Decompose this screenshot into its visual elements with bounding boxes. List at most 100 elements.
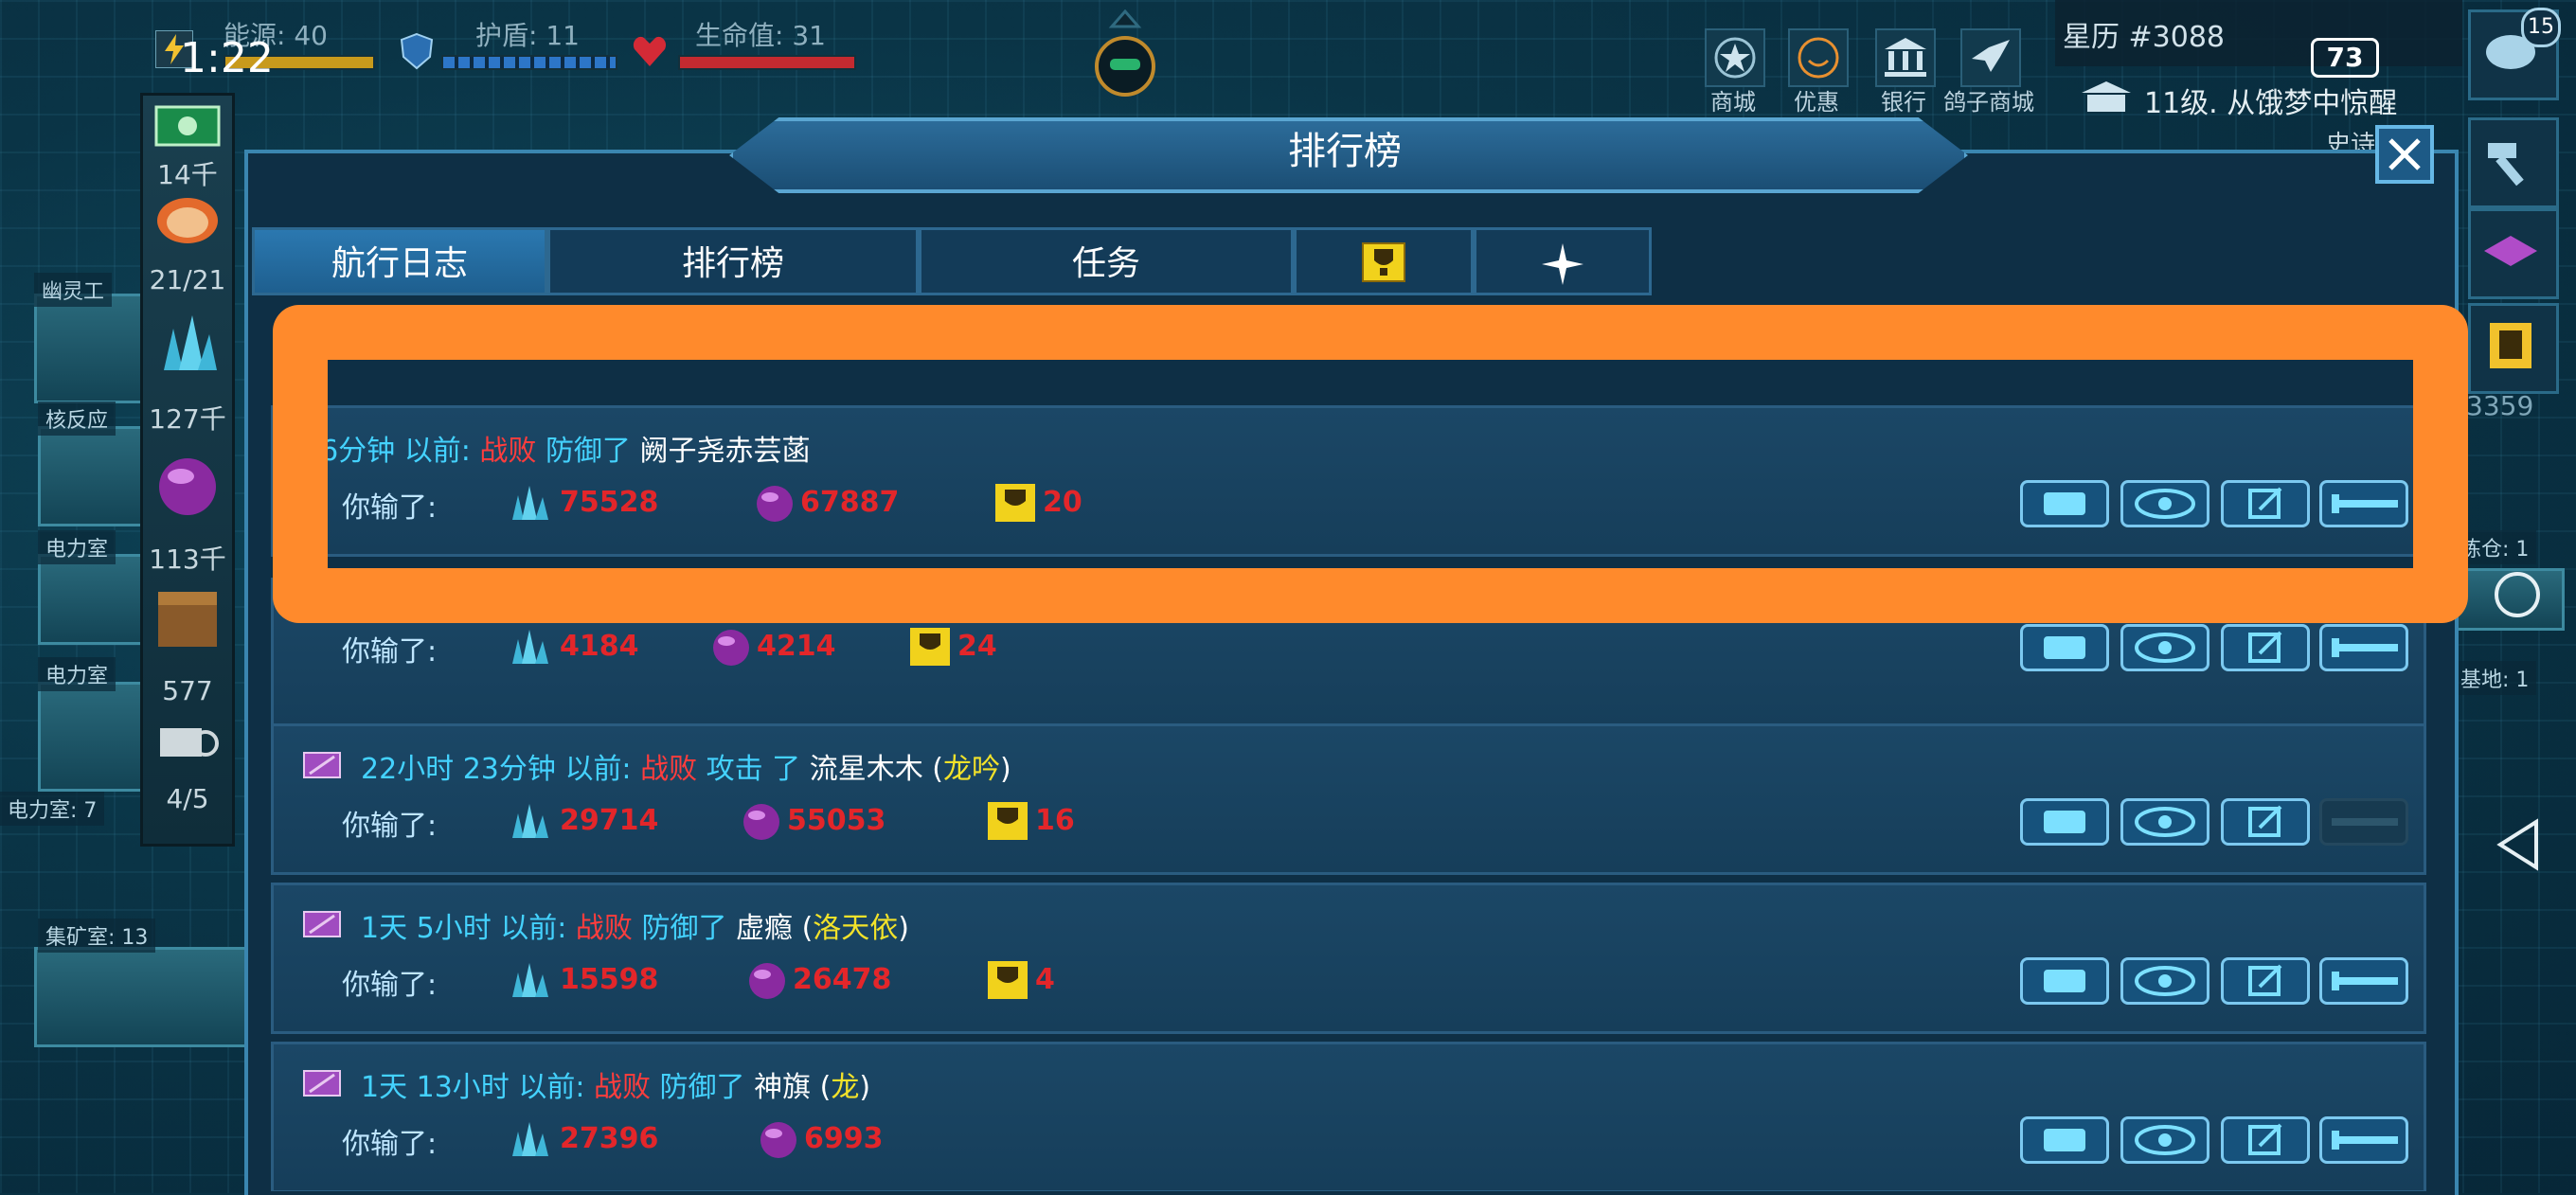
entry-guild: 洛天依 <box>813 912 899 945</box>
video-icon <box>2044 1129 2085 1151</box>
entry-guild: 龙 <box>831 1071 860 1104</box>
sword-icon <box>2332 638 2398 657</box>
replay-button[interactable] <box>2020 1116 2109 1164</box>
trophy-icon <box>986 959 1029 1005</box>
eye-icon <box>2135 1125 2195 1155</box>
ship-button[interactable] <box>2468 208 2559 299</box>
trophy-icon <box>908 626 952 671</box>
room-label-ghost: 幽灵工 <box>34 273 113 307</box>
sword-icon <box>2332 1131 2398 1150</box>
build-button[interactable] <box>2468 117 2559 208</box>
revenge-button[interactable] <box>2319 624 2408 671</box>
share-icon <box>2248 805 2282 837</box>
tab-ranking[interactable]: 排行榜 <box>547 227 919 295</box>
revenge-button-disabled <box>2319 798 2408 846</box>
crystal-icon <box>509 626 550 671</box>
list-item: 22小时 23分钟 以前: 战败 攻击 了 流星木木 (龙吟) 你输了: 297… <box>271 723 2426 875</box>
trophy-icon <box>986 800 1029 846</box>
entry-before: 以前: <box>518 1071 585 1104</box>
player-level: 11级. 从饿梦中惊醒 <box>2144 87 2398 120</box>
orb-lost: 6993 <box>804 1122 884 1155</box>
pigeon-icon <box>1960 28 2021 87</box>
entry-before: 以前: <box>564 753 632 786</box>
view-button[interactable] <box>2120 1116 2209 1164</box>
orb-lost: 4214 <box>757 630 836 663</box>
close-button[interactable] <box>2375 125 2434 184</box>
room-power-1 <box>38 554 144 645</box>
eye-icon <box>2135 966 2195 996</box>
right-count: 3359 <box>2466 390 2534 421</box>
room-label-reactor: 核反应 <box>38 401 116 436</box>
crystal-lost: 4184 <box>560 630 639 663</box>
battery-indicator: 73 <box>2311 38 2379 78</box>
entry-result: 战败 <box>594 1071 651 1104</box>
home-circle-icon[interactable] <box>2491 568 2544 621</box>
trophy-lost: 16 <box>1035 804 1075 837</box>
tab-log[interactable]: 航行日志 <box>252 227 547 295</box>
trophy-icon <box>1362 242 1405 282</box>
box-icon <box>158 592 217 647</box>
revenge-button[interactable] <box>2319 957 2408 1005</box>
crystal-icon <box>164 315 217 370</box>
room-power-2 <box>38 682 144 792</box>
trophy-lost: 4 <box>1035 963 1055 996</box>
video-icon <box>2044 636 2085 659</box>
drones-value: 4/5 <box>166 783 209 814</box>
room-reactor <box>38 426 144 526</box>
shield-icon <box>400 32 434 70</box>
video-icon <box>2044 811 2085 833</box>
entry-time: 1天 13小时 <box>361 1071 510 1104</box>
cash-icon <box>154 105 221 147</box>
defense-log-icon <box>303 1070 341 1097</box>
entry-action: 防御了 <box>641 912 727 945</box>
entry-header: 1天 5小时 以前: 战败 防御了 虚瘾 (洛天依) <box>361 912 909 945</box>
entry-losses: 你输了: <box>342 961 437 1003</box>
top-icon-label-pigeon: 鸽子商城 <box>1943 89 2034 116</box>
crystal-icon <box>509 959 550 1005</box>
back-triangle-icon[interactable] <box>2495 818 2542 871</box>
share-button[interactable] <box>2221 957 2310 1005</box>
trophy-lost: 24 <box>957 630 997 663</box>
orb-icon <box>759 1120 798 1164</box>
view-button[interactable] <box>2120 798 2209 846</box>
revenge-button[interactable] <box>2319 1116 2408 1164</box>
entry-opponent: 流星木木 <box>809 753 923 786</box>
entry-lost-label: 你输了: <box>342 1128 438 1161</box>
share-button[interactable] <box>2221 798 2310 846</box>
top-icon-label-bank: 银行 <box>1881 89 1926 116</box>
crystal-lost: 29714 <box>560 804 659 837</box>
eye-icon <box>2135 633 2195 663</box>
orb-icon <box>159 458 216 515</box>
entry-action: 攻击 了 <box>706 753 801 786</box>
ship-pod-icon[interactable] <box>1089 9 1161 104</box>
credits-value: 14千 <box>157 159 218 190</box>
view-button[interactable] <box>2120 624 2209 671</box>
share-icon <box>2248 1123 2282 1155</box>
house-icon <box>2082 81 2131 112</box>
orb-icon <box>711 628 751 671</box>
notification-badge: 15 <box>2521 8 2561 47</box>
entry-result: 战败 <box>640 753 698 786</box>
room-label-power-2: 电力室 <box>38 657 116 691</box>
replay-button[interactable] <box>2020 624 2109 671</box>
replay-button[interactable] <box>2020 957 2109 1005</box>
crystal-icon <box>509 1118 550 1164</box>
orb-icon <box>747 961 787 1005</box>
tab-settings[interactable] <box>1474 227 1652 295</box>
share-button[interactable] <box>2221 624 2310 671</box>
top-icon-label-shop: 商城 <box>1710 89 1756 116</box>
crystal-value: 127千 <box>149 403 226 435</box>
tab-tasks[interactable]: 任务 <box>919 227 1294 295</box>
trophy-button[interactable] <box>2468 303 2559 394</box>
entry-header: 22小时 23分钟 以前: 战败 攻击 了 流星木木 (龙吟) <box>361 753 1011 786</box>
tab-trophy[interactable] <box>1294 227 1474 295</box>
list-item: 1天 5小时 以前: 战败 防御了 虚瘾 (洛天依) 你输了: 15598 26… <box>271 883 2426 1034</box>
bank-icon <box>1875 28 1936 87</box>
share-button[interactable] <box>2221 1116 2310 1164</box>
room-label-base: 基地: 1 <box>2453 661 2537 695</box>
entry-action: 防御了 <box>659 1071 745 1104</box>
clock: 1:22 <box>180 34 274 82</box>
view-button[interactable] <box>2120 957 2209 1005</box>
entry-header: 1天 13小时 以前: 战败 防御了 神旗 (龙) <box>361 1071 871 1104</box>
replay-button[interactable] <box>2020 798 2109 846</box>
